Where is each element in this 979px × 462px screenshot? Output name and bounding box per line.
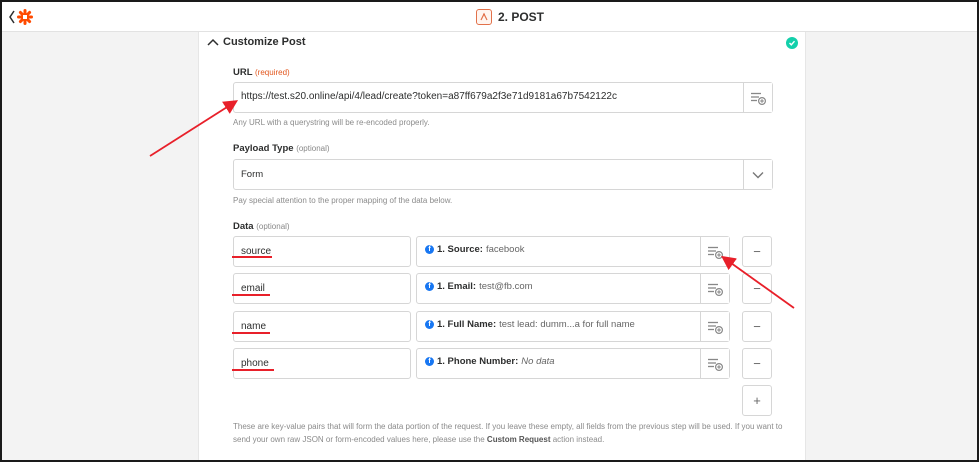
customize-panel: Customize Post URL (required) https://te… [198, 32, 806, 460]
url-value: https://test.s20.online/api/4/lead/creat… [241, 91, 617, 102]
data-key-input-source[interactable]: source [233, 236, 411, 267]
annotation-underline [232, 332, 270, 334]
custom-request-link[interactable]: Custom Request [487, 435, 551, 444]
remove-row-button[interactable]: − [742, 236, 772, 267]
data-value-input-name[interactable]: f 1. Full Name: test lead: dumm...a for … [416, 311, 730, 342]
optional-tag: (optional) [256, 222, 290, 231]
webhook-icon [476, 9, 492, 25]
data-pill[interactable]: f 1. Phone Number: No data [425, 356, 555, 367]
insert-data-icon [708, 246, 723, 259]
data-key-input-phone[interactable]: phone [233, 348, 411, 379]
chevron-down-icon [752, 171, 764, 178]
payload-type-dropdown-button[interactable] [743, 160, 772, 189]
remove-row-button[interactable]: − [742, 273, 772, 304]
url-insert-data-button[interactable] [743, 83, 772, 112]
data-value-input-phone[interactable]: f 1. Phone Number: No data [416, 348, 730, 379]
data-insert-button[interactable] [700, 312, 729, 341]
annotation-underline [232, 294, 270, 296]
data-insert-button[interactable] [700, 237, 729, 266]
app-frame: 2. POST Customize Post URL (required) ht… [0, 0, 979, 462]
required-tag: (required) [255, 68, 290, 77]
data-key-input-email[interactable]: email [233, 273, 411, 304]
data-pill[interactable]: f 1. Email: test@fb.com [425, 281, 533, 292]
url-label: URL (required) [233, 67, 290, 78]
remove-row-button[interactable]: − [742, 311, 772, 342]
remove-row-button[interactable]: − [742, 348, 772, 379]
zapier-asterisk-icon [17, 9, 33, 25]
data-value-input-email[interactable]: f 1. Email: test@fb.com [416, 273, 730, 304]
check-circle-icon [786, 37, 798, 49]
insert-data-icon [708, 321, 723, 334]
top-bar: 2. POST [2, 2, 977, 32]
data-help: These are key-value pairs that will form… [233, 422, 783, 444]
step-title[interactable]: 2. POST [476, 9, 544, 25]
url-help: Any URL with a querystring will be re-en… [233, 118, 430, 127]
payload-type-select[interactable]: Form [233, 159, 773, 190]
payload-type-label: Payload Type (optional) [233, 143, 330, 154]
optional-tag: (optional) [296, 144, 330, 153]
url-input[interactable]: https://test.s20.online/api/4/lead/creat… [233, 82, 773, 113]
facebook-icon: f [425, 245, 434, 254]
insert-data-icon [708, 283, 723, 296]
data-label: Data (optional) [233, 221, 290, 232]
payload-type-value: Form [241, 169, 264, 180]
annotation-underline [232, 369, 274, 371]
section-header[interactable]: Customize Post [199, 32, 805, 54]
data-insert-button[interactable] [700, 349, 729, 378]
data-key-value: phone [241, 358, 269, 369]
back-button[interactable] [8, 8, 34, 26]
step-title-text: 2. POST [498, 10, 545, 24]
data-value-input-source[interactable]: f 1. Source: facebook [416, 236, 730, 267]
chevron-up-icon [207, 38, 219, 46]
facebook-icon: f [425, 282, 434, 291]
section-title: Customize Post [223, 36, 306, 48]
add-row-button[interactable]: + [742, 385, 772, 416]
annotation-underline [232, 256, 272, 258]
insert-data-icon [751, 92, 766, 105]
data-key-value: email [241, 283, 265, 294]
data-key-value: name [241, 321, 267, 332]
data-pill[interactable]: f 1. Source: facebook [425, 244, 525, 255]
data-pill[interactable]: f 1. Full Name: test lead: dumm...a for … [425, 319, 635, 330]
data-insert-button[interactable] [700, 274, 729, 303]
payload-type-help: Pay special attention to the proper mapp… [233, 196, 453, 205]
facebook-icon: f [425, 320, 434, 329]
facebook-icon: f [425, 357, 434, 366]
data-key-input-name[interactable]: name [233, 311, 411, 342]
insert-data-icon [708, 358, 723, 371]
